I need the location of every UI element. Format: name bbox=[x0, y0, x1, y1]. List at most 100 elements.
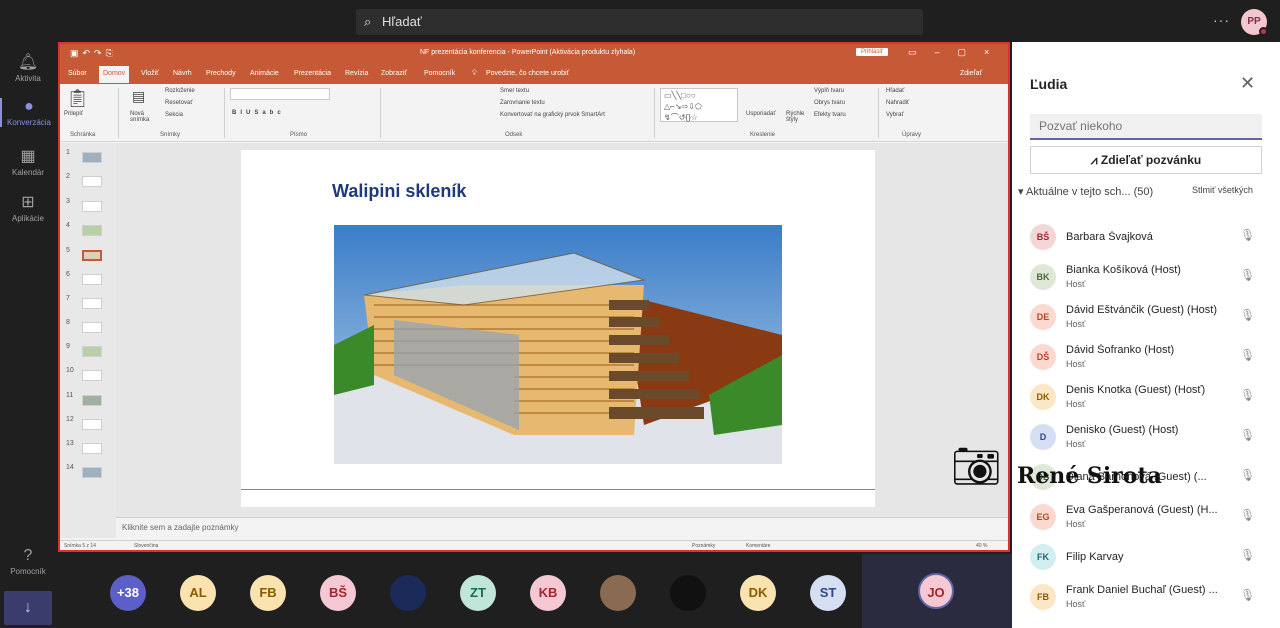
list-item[interactable]: BŠ Barbara Švajková 🎙︎ bbox=[1030, 220, 1270, 256]
comments-button[interactable]: Komentáre bbox=[746, 541, 770, 551]
participant-avatar[interactable] bbox=[670, 575, 706, 611]
tab-navrh[interactable]: Návrh bbox=[173, 70, 192, 77]
greenhouse-image[interactable] bbox=[334, 225, 782, 464]
slide-thumb[interactable]: 9 bbox=[60, 343, 116, 363]
paste-button[interactable]: Prilepiť bbox=[64, 111, 83, 117]
reset-button[interactable]: Resetovať bbox=[165, 100, 193, 106]
list-item[interactable]: FK Filip Karvay 🎙︎ bbox=[1030, 540, 1270, 576]
list-item[interactable]: DE Dávid Eštvánčik (Guest) (Host) Hosť 🎙︎ bbox=[1030, 300, 1270, 336]
participant-avatar[interactable]: AL bbox=[180, 575, 216, 611]
more-options-icon[interactable]: ··· bbox=[1213, 12, 1230, 28]
slide-thumb[interactable]: 14 bbox=[60, 464, 116, 484]
user-avatar[interactable]: PP bbox=[1241, 9, 1268, 36]
slide-thumb[interactable]: 2 bbox=[60, 173, 116, 193]
slide-title[interactable]: Walipini skleník bbox=[332, 181, 466, 202]
shapes-gallery[interactable]: ▭╲╲□○○ △⌐↘⇨⇩⬠ ↯⌒↺{}☆ bbox=[660, 88, 738, 122]
share-invite-button[interactable]: ⩘ Zdieľať pozvánku bbox=[1030, 146, 1262, 174]
slide-thumb-selected[interactable]: 5 bbox=[60, 247, 116, 267]
zoom-level[interactable]: 40 % bbox=[976, 541, 987, 551]
tab-domov[interactable]: Domov bbox=[99, 66, 130, 83]
mute-all-button[interactable]: Stlmiť všetkých bbox=[1192, 185, 1253, 195]
self-video-tile[interactable]: JO bbox=[862, 554, 1012, 628]
slide[interactable]: Walipini skleník bbox=[241, 150, 875, 507]
tab-animacie[interactable]: Animácie bbox=[250, 70, 279, 77]
slide-thumbnails: 1 2 3 4 5 6 7 8 9 10 11 12 13 14 bbox=[60, 143, 116, 538]
text-direction-button[interactable]: Smer textu bbox=[500, 88, 529, 94]
mic-off-icon: 🎙︎ bbox=[1240, 388, 1256, 402]
shape-outline-button[interactable]: Obrys tvaru bbox=[814, 100, 845, 106]
list-item[interactable]: DK Denis Knotka (Guest) (Hosť) Hosť 🎙︎ bbox=[1030, 380, 1270, 416]
slide-thumb[interactable]: 10 bbox=[60, 367, 116, 387]
participant-avatar[interactable] bbox=[390, 575, 426, 611]
slide-thumb[interactable]: 13 bbox=[60, 440, 116, 460]
window-controls[interactable]: ▭–▢× bbox=[908, 47, 1007, 58]
find-button[interactable]: Hľadať bbox=[886, 88, 904, 94]
align-text-button[interactable]: Zarovnanie textu bbox=[500, 100, 545, 106]
group-editing: Úpravy bbox=[902, 132, 922, 138]
new-slide-icon[interactable]: ▤ bbox=[132, 88, 145, 105]
slide-thumb[interactable]: 6 bbox=[60, 271, 116, 291]
slide-thumb[interactable]: 1 bbox=[60, 149, 116, 169]
font-family-select[interactable] bbox=[230, 88, 330, 100]
list-item[interactable]: FB Frank Daniel Buchaľ (Guest) ... Hosť 🎙︎ bbox=[1030, 580, 1270, 616]
tell-me-input[interactable]: Povedzte, čo chcete urobiť bbox=[486, 70, 569, 77]
tab-prechody[interactable]: Prechody bbox=[206, 70, 236, 77]
notes-area[interactable]: Kliknite sem a zadajte poznámky bbox=[116, 517, 1008, 537]
replace-button[interactable]: Nahradiť bbox=[886, 100, 909, 106]
panel-title: Ľudia bbox=[1030, 76, 1068, 92]
shape-effects-button[interactable]: Efekty tvaru bbox=[814, 112, 846, 118]
person-role: Hosť bbox=[1066, 319, 1086, 329]
quick-styles-button[interactable]: Rýchle štýly bbox=[786, 111, 810, 123]
participant-avatar[interactable]: ZT bbox=[460, 575, 496, 611]
notes-button[interactable]: Poznámky bbox=[692, 541, 715, 551]
close-icon[interactable]: ✕ bbox=[1240, 73, 1255, 94]
slide-footer-line bbox=[241, 489, 875, 490]
shape-fill-button[interactable]: Výplň tvaru bbox=[814, 88, 844, 94]
slide-thumb[interactable]: 7 bbox=[60, 295, 116, 315]
font-format-buttons[interactable]: BIUSabc bbox=[232, 110, 285, 116]
person-name: Dávid Eštvánčik (Guest) (Host) bbox=[1066, 304, 1217, 316]
section-button[interactable]: Sekcia bbox=[165, 112, 183, 118]
list-item[interactable]: DŠ Dávid Šofranko (Host) Hosť 🎙︎ bbox=[1030, 340, 1270, 376]
quick-access-toolbar[interactable]: ▣↶↷⎘ bbox=[70, 48, 117, 59]
slide-thumb[interactable]: 8 bbox=[60, 319, 116, 339]
layout-button[interactable]: Rozloženie bbox=[165, 88, 195, 94]
select-button[interactable]: Vybrať bbox=[886, 112, 904, 118]
participant-avatar[interactable]: KB bbox=[530, 575, 566, 611]
smartart-button[interactable]: Konvertovať na grafický prvok SmartArt bbox=[500, 112, 605, 118]
rail-item-activity[interactable]: 🔔︎ Aktivita bbox=[0, 52, 56, 83]
search-input[interactable]: ⌕ Hľadať bbox=[356, 9, 923, 35]
rail-item-chat[interactable]: ● Konverzácia bbox=[0, 98, 56, 127]
new-slide-button[interactable]: Nová snímka bbox=[130, 111, 160, 123]
participant-avatar[interactable]: ST bbox=[810, 575, 846, 611]
tab-pomocnik[interactable]: Pomocník bbox=[424, 70, 455, 77]
participant-avatar[interactable] bbox=[600, 575, 636, 611]
mic-off-icon: 🎙︎ bbox=[1240, 428, 1256, 442]
arrange-button[interactable]: Usporiadať bbox=[746, 111, 776, 117]
slide-thumb[interactable]: 12 bbox=[60, 416, 116, 436]
tab-zobrazit[interactable]: Zobraziť bbox=[381, 70, 407, 77]
sign-in-button[interactable]: Prihlásiť bbox=[856, 48, 888, 56]
slide-thumb[interactable]: 4 bbox=[60, 222, 116, 242]
download-icon[interactable]: ↓ bbox=[4, 591, 52, 625]
tab-subor[interactable]: Súbor bbox=[68, 70, 87, 77]
tab-prezentacia[interactable]: Prezentácia bbox=[294, 70, 331, 77]
tab-vlozit[interactable]: Vložiť bbox=[141, 70, 159, 77]
section-header[interactable]: ▾ Aktuálne v tejto sch... (50) bbox=[1018, 185, 1153, 198]
rail-item-apps[interactable]: ⊞ Aplikácie bbox=[0, 192, 56, 223]
slide-thumb[interactable]: 11 bbox=[60, 392, 116, 412]
language-indicator[interactable]: Slovenčina bbox=[134, 541, 158, 551]
overflow-participants[interactable]: +38 bbox=[110, 575, 146, 611]
share-button[interactable]: Zdieľať bbox=[960, 70, 982, 77]
participant-avatar[interactable]: BŠ bbox=[320, 575, 356, 611]
participant-avatar[interactable]: FB bbox=[250, 575, 286, 611]
list-item[interactable]: EG Eva Gašperanová (Guest) (H... Hosť 🎙︎ bbox=[1030, 500, 1270, 536]
participant-avatar[interactable]: DK bbox=[740, 575, 776, 611]
rail-item-calendar[interactable]: ▦ Kalendár bbox=[0, 146, 56, 177]
rail-item-help[interactable]: ? Pomocník bbox=[0, 547, 56, 576]
slide-thumb[interactable]: 3 bbox=[60, 198, 116, 218]
tab-revizia[interactable]: Revízia bbox=[345, 70, 368, 77]
list-item[interactable]: BK Bianka Košíková (Host) Hosť 🎙︎ bbox=[1030, 260, 1270, 296]
invite-input[interactable] bbox=[1030, 114, 1262, 140]
paste-icon[interactable]: 📋︎ bbox=[66, 88, 89, 109]
